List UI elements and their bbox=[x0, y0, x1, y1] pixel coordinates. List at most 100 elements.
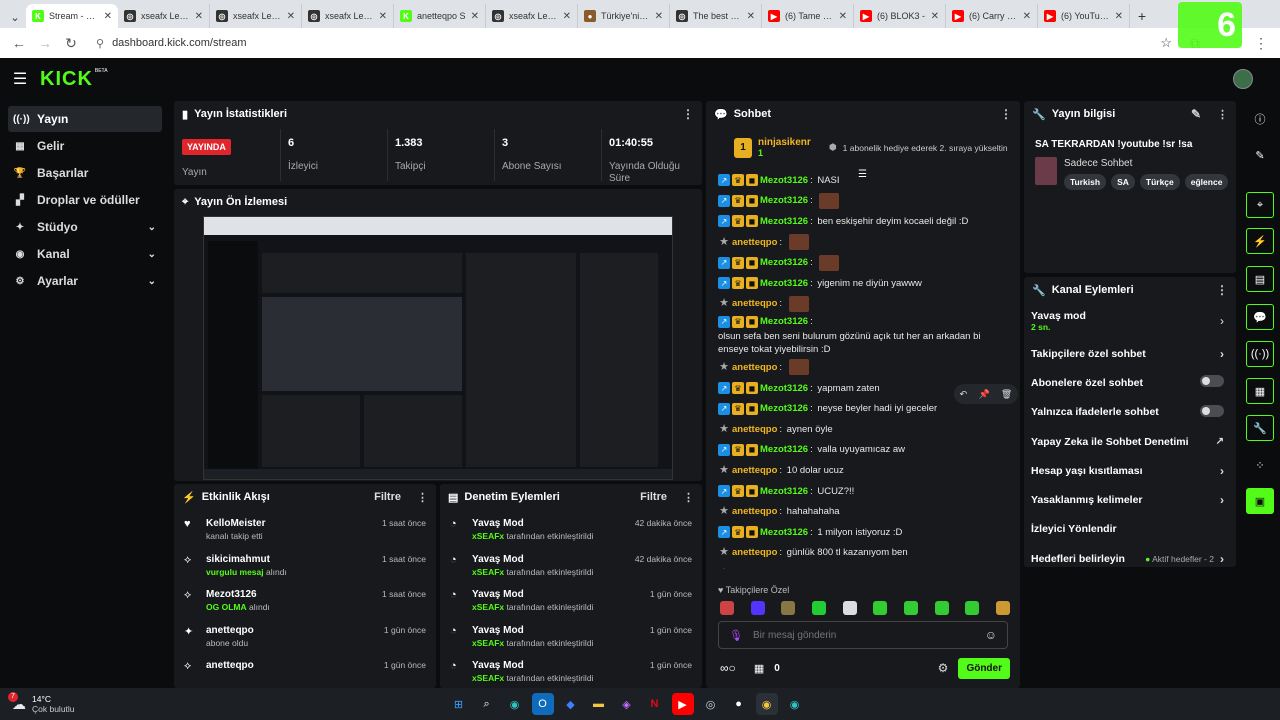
slow-mode-row[interactable]: Yavaş mod 2 sn. › bbox=[1024, 303, 1236, 339]
close-icon[interactable]: ✕ bbox=[1115, 11, 1123, 22]
chat-username[interactable]: anetteqpo bbox=[732, 546, 777, 559]
channel-action-row[interactable]: Hedefleri belirleyin ● Aktif hedefler - 2… bbox=[1024, 544, 1236, 567]
sidebar-item-droplar[interactable]: ▞ Droplar ve ödüller bbox=[8, 187, 162, 213]
sidebar-item-kanal[interactable]: ◉ Kanal ⌄ bbox=[8, 241, 162, 267]
chat-message[interactable]: ↗ ♛ ◼ Mezot3126: UCUZ?!! bbox=[706, 480, 1012, 501]
browser-menu-icon[interactable]: ⋮ bbox=[1248, 30, 1274, 56]
stream-tag[interactable]: SA bbox=[1111, 174, 1135, 190]
close-icon[interactable]: ✕ bbox=[471, 11, 479, 22]
chat-username[interactable]: Mezot3126 bbox=[760, 174, 808, 187]
close-icon[interactable]: ✕ bbox=[931, 11, 939, 22]
chat-username[interactable]: Mezot3126 bbox=[760, 526, 808, 539]
moderation-by[interactable]: xSEAFx bbox=[472, 531, 504, 541]
edge-icon[interactable]: ◉ bbox=[504, 693, 526, 715]
activity-user[interactable]: Mezot3126 bbox=[206, 589, 270, 600]
forward-icon[interactable]: → bbox=[32, 30, 58, 56]
chat-username[interactable]: Mezot3126 bbox=[760, 194, 808, 207]
pin-icon[interactable]: 📌 bbox=[978, 389, 989, 400]
stream-tag[interactable]: eğlence bbox=[1184, 174, 1229, 190]
chat-username[interactable]: Mezot3126 bbox=[760, 315, 808, 328]
close-icon[interactable]: ✕ bbox=[1023, 11, 1031, 22]
chat-username[interactable]: Mezot3126 bbox=[760, 256, 808, 269]
chat-username[interactable]: anetteqpo bbox=[732, 297, 777, 310]
channel-action-row[interactable]: Yasaklanmış kelimeler › bbox=[1024, 485, 1236, 514]
box-icon[interactable]: ▦ bbox=[754, 662, 764, 675]
channel-action-row[interactable]: Takipçilere özel sohbet › bbox=[1024, 339, 1236, 368]
youtube-icon[interactable]: ▶ bbox=[671, 693, 694, 715]
chat-message[interactable]: ↗ ♛ ◼ Mezot3126: yigenim ne diyün yawww bbox=[706, 272, 1012, 293]
site-info-icon[interactable]: ⚲ bbox=[96, 37, 104, 50]
info-icon[interactable]: ⓘ bbox=[1246, 106, 1274, 132]
reload-icon[interactable]: ↻ bbox=[58, 30, 84, 56]
browser-tab[interactable]: ▶ (6) BLOK3 - ✕ bbox=[854, 4, 946, 28]
moderation-by[interactable]: xSEAFx bbox=[472, 567, 504, 577]
edit-icon[interactable]: ✎ bbox=[1191, 107, 1201, 121]
browser-tab[interactable]: ▶ (6) YouTube ✕ bbox=[1038, 4, 1130, 28]
stream-tag[interactable]: Türkçe bbox=[1139, 174, 1180, 190]
url-field[interactable]: ⚲ dashboard.kick.com/stream ☆ bbox=[92, 31, 1172, 55]
chat-message[interactable]: ↗ ♛ ◼ Mezot3126: bbox=[706, 251, 1012, 272]
chat-message[interactable]: ★ anetteqpo: bbox=[706, 356, 1012, 377]
more-icon[interactable]: ⋮ bbox=[1216, 283, 1228, 297]
mic-icon[interactable]: 🎙 bbox=[729, 629, 743, 642]
chat-message[interactable]: ↗ ♛ ◼ Mezot3126: valla uyuyamıcaz aw bbox=[706, 439, 1012, 460]
chat-username[interactable]: anetteqpo bbox=[732, 464, 777, 477]
emote-button[interactable] bbox=[781, 601, 796, 615]
browser-tab[interactable]: ◎ xseafx Leade ✕ bbox=[486, 4, 578, 28]
trash-icon[interactable]: 🗑 bbox=[1001, 389, 1012, 400]
tab-search-icon[interactable]: ⌄ bbox=[4, 6, 26, 28]
browser-tab[interactable]: ◎ The best Cha ✕ bbox=[670, 4, 762, 28]
dots-icon[interactable]: ⁘ bbox=[1246, 452, 1274, 478]
toggle-switch[interactable] bbox=[1200, 404, 1224, 417]
chat-toggle-icon[interactable]: 💬 bbox=[1246, 304, 1274, 330]
green-app-icon[interactable]: ▣ bbox=[1246, 488, 1274, 514]
steam-icon[interactable]: ◎ bbox=[700, 693, 722, 715]
chat-username[interactable]: Mezot3126 bbox=[760, 277, 808, 290]
close-icon[interactable]: ✕ bbox=[655, 11, 663, 22]
sidebar-item-studyo[interactable]: ✦ Stüdyo ⌄ bbox=[8, 214, 162, 240]
close-icon[interactable]: ✕ bbox=[287, 11, 295, 22]
chat-username[interactable]: anetteqpo bbox=[732, 423, 777, 436]
chat-input[interactable] bbox=[752, 629, 975, 641]
layout-toggle-icon[interactable]: ▦ bbox=[1246, 378, 1274, 404]
send-button[interactable]: Gönder bbox=[958, 657, 1010, 679]
close-icon[interactable]: ✕ bbox=[104, 11, 112, 22]
activity-user[interactable]: KelloMeister bbox=[206, 518, 265, 529]
channel-action-row[interactable]: Yalnızca ifadelerle sohbet bbox=[1024, 398, 1236, 427]
chat-message[interactable]: ★ anetteqpo: 10 dolar ucuz bbox=[706, 459, 1012, 480]
chat-message[interactable]: ↗ ♛ ◼ Mezot3126: ben eskişehir deyim kocael… bbox=[706, 210, 1012, 231]
channel-action-row[interactable]: Yapay Zeka ile Sohbet Denetimi ↗ bbox=[1024, 427, 1236, 456]
channel-action-row[interactable]: Abonelere özel sohbet bbox=[1024, 368, 1236, 397]
netflix-icon[interactable]: N bbox=[644, 693, 666, 715]
channel-action-row[interactable]: İzleyici Yönlendir bbox=[1024, 515, 1236, 544]
chat-settings-icon[interactable]: ⚙ bbox=[938, 661, 949, 675]
new-tab-button[interactable]: + bbox=[1130, 4, 1154, 28]
pinned-user[interactable]: ninjasikenr bbox=[758, 137, 811, 148]
chat-username[interactable]: anetteqpo bbox=[732, 236, 777, 249]
reply-icon[interactable]: ↶ bbox=[960, 389, 968, 400]
copilot-icon[interactable]: ◈ bbox=[616, 693, 638, 715]
broadcast-toggle-icon[interactable]: ((·)) bbox=[1246, 341, 1274, 367]
chat-message[interactable]: ★anetteqpo: 2 işte çalışıyom bbox=[706, 562, 1012, 569]
close-icon[interactable]: ✕ bbox=[379, 11, 387, 22]
moderation-filter-button[interactable]: Filtre bbox=[640, 491, 677, 503]
emote-button[interactable] bbox=[811, 601, 826, 615]
browser-tab[interactable]: ◎ xseafx Leade ✕ bbox=[302, 4, 394, 28]
emote-button[interactable] bbox=[873, 601, 888, 615]
weather-widget[interactable]: ☁ 7 14°C Çok bulutlu bbox=[0, 691, 75, 714]
chat-message[interactable]: ↗ ♛ ◼ Mezot3126: olsun sefa ben seni buluru… bbox=[706, 313, 1012, 356]
close-icon[interactable]: ✕ bbox=[195, 11, 203, 22]
chat-username[interactable]: Mezot3126 bbox=[760, 215, 808, 228]
sidebar-item-basarilar[interactable]: 🏆 Başarılar bbox=[8, 160, 162, 186]
chat-input-box[interactable]: 🎙 ☺ bbox=[718, 621, 1008, 649]
browser-tab[interactable]: ◎ xseafx Leade ✕ bbox=[118, 4, 210, 28]
moderation-by[interactable]: xSEAFx bbox=[472, 673, 504, 683]
back-icon[interactable]: ← bbox=[6, 30, 32, 56]
category-name[interactable]: Sadece Sohbet bbox=[1064, 158, 1132, 169]
more-icon[interactable]: ⋮ bbox=[682, 107, 694, 121]
chat-message[interactable]: ★ anetteqpo: bbox=[706, 231, 1012, 252]
activity-user[interactable]: anetteqpo bbox=[206, 625, 254, 636]
chat-message[interactable]: ★ anetteqpo: hahahahaha bbox=[706, 500, 1012, 521]
emote-button[interactable] bbox=[903, 601, 918, 615]
chat-message[interactable]: ↗ ♛ ◼ Mezot3126: bbox=[706, 190, 1012, 211]
